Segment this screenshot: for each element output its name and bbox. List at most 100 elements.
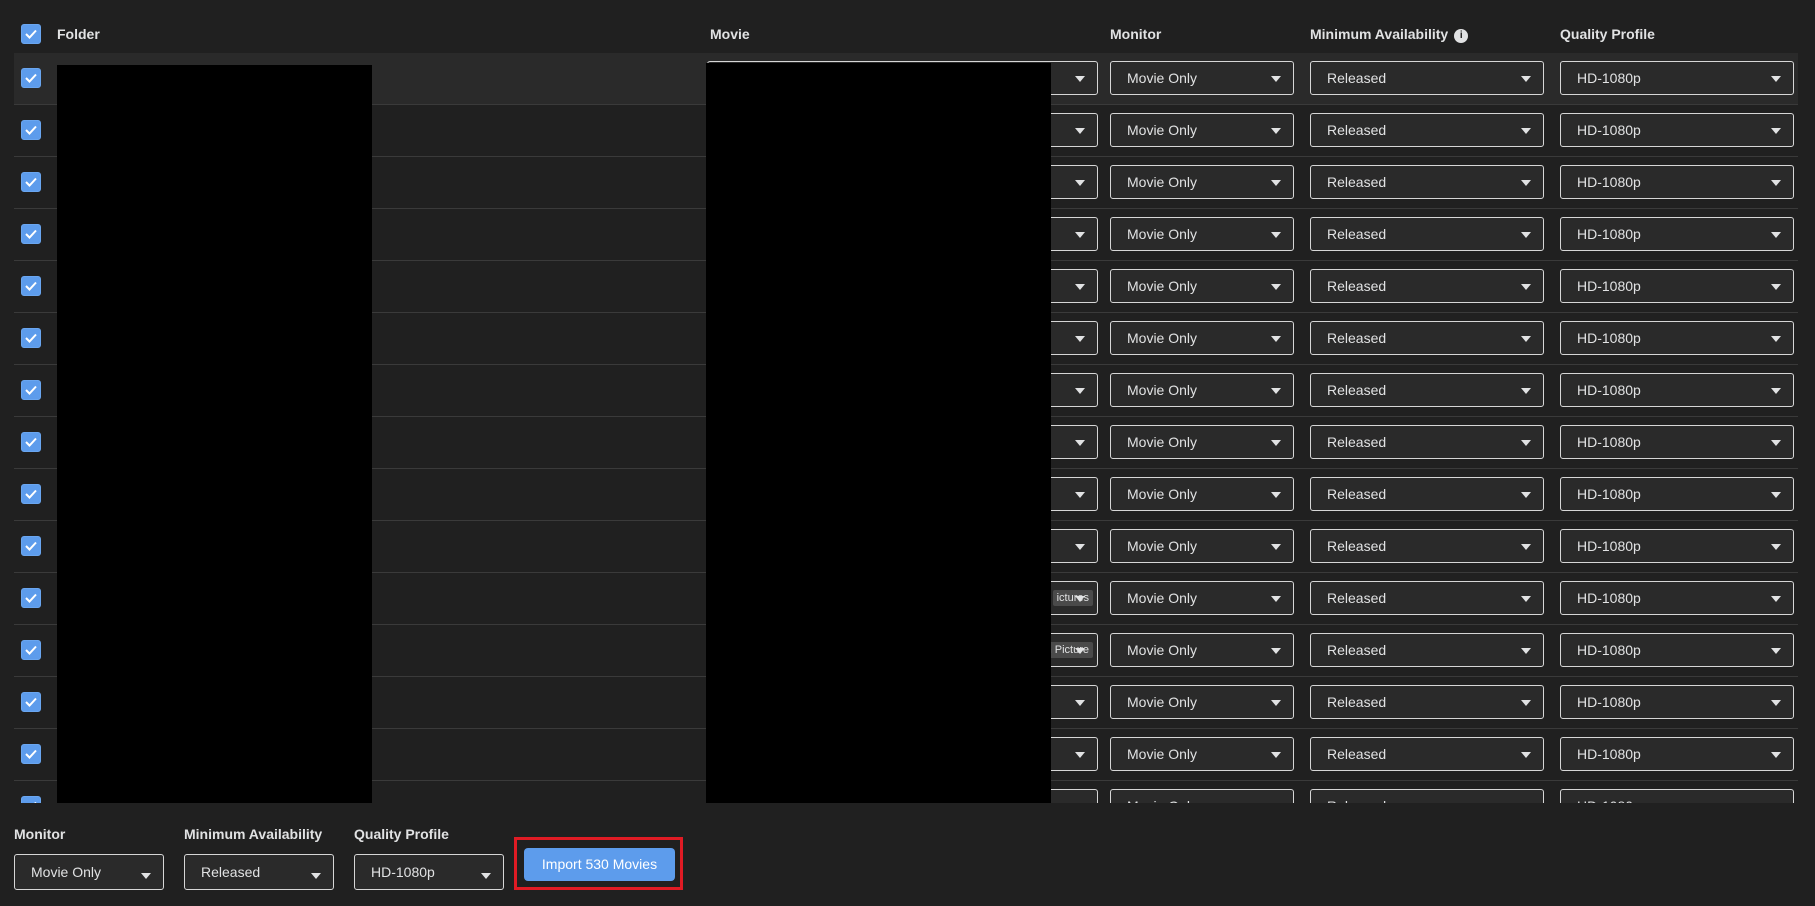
row-select-checkbox[interactable] — [21, 172, 41, 192]
caret-down-icon — [1771, 128, 1781, 134]
minimum-availability-select[interactable]: Released — [1310, 529, 1544, 563]
row-select-checkbox[interactable] — [21, 640, 41, 660]
minimum-availability-select[interactable]: Released — [1310, 633, 1544, 667]
quality-value: HD-1080p — [1577, 434, 1641, 450]
quality-profile-select[interactable]: HD-1080p — [1560, 269, 1794, 303]
quality-profile-select[interactable]: HD-1080p — [1560, 581, 1794, 615]
caret-down-icon — [1075, 336, 1085, 342]
quality-value: HD-1080p — [1577, 486, 1641, 502]
minimum-availability-select[interactable]: Released — [1310, 321, 1544, 355]
footer-availability-select[interactable]: Released — [184, 854, 334, 890]
monitor-select[interactable]: Movie Only — [1110, 685, 1294, 719]
monitor-select[interactable]: Movie Only — [1110, 633, 1294, 667]
row-select-checkbox[interactable] — [21, 328, 41, 348]
row-select-checkbox[interactable] — [21, 68, 41, 88]
monitor-value: Movie Only — [1127, 122, 1198, 138]
caret-down-icon — [1075, 128, 1085, 134]
monitor-select[interactable]: Movie Only — [1110, 113, 1294, 147]
caret-down-icon — [1271, 440, 1281, 446]
monitor-select[interactable]: Movie Only — [1110, 581, 1294, 615]
minimum-availability-select[interactable]: Released — [1310, 113, 1544, 147]
row-select-checkbox[interactable] — [21, 796, 41, 803]
caret-down-icon — [1075, 440, 1085, 446]
monitor-value: Movie Only — [1127, 174, 1198, 190]
quality-profile-select[interactable]: HD-1080p — [1560, 425, 1794, 459]
monitor-select[interactable]: Movie Only — [1110, 269, 1294, 303]
check-icon — [25, 437, 37, 447]
header-movie[interactable]: Movie — [710, 25, 750, 43]
quality-profile-select[interactable]: HD-1080p — [1560, 477, 1794, 511]
check-icon — [25, 229, 37, 239]
info-icon[interactable]: i — [1454, 29, 1469, 43]
availability-value: Released — [1327, 486, 1387, 502]
caret-down-icon — [1271, 128, 1281, 134]
check-icon — [25, 749, 37, 759]
row-select-checkbox[interactable] — [21, 692, 41, 712]
caret-down-icon — [1271, 700, 1281, 706]
minimum-availability-select[interactable]: Released — [1310, 217, 1544, 251]
row-select-checkbox[interactable] — [21, 432, 41, 452]
footer-monitor-select[interactable]: Movie Only — [14, 854, 164, 890]
minimum-availability-select[interactable]: Released — [1310, 685, 1544, 719]
minimum-availability-select[interactable]: Released — [1310, 581, 1544, 615]
minimum-availability-select[interactable]: Released — [1310, 373, 1544, 407]
minimum-availability-select[interactable]: Released — [1310, 165, 1544, 199]
import-movies-button[interactable]: Import 530 Movies — [524, 848, 675, 881]
quality-value: HD-1080p — [1577, 694, 1641, 710]
caret-down-icon — [1771, 180, 1781, 186]
caret-down-icon — [1771, 440, 1781, 446]
minimum-availability-select[interactable]: Released — [1310, 425, 1544, 459]
minimum-availability-select[interactable]: Released — [1310, 789, 1544, 803]
quality-profile-select[interactable]: HD-1080p — [1560, 217, 1794, 251]
quality-profile-select[interactable]: HD-1080p — [1560, 61, 1794, 95]
caret-down-icon — [1271, 336, 1281, 342]
monitor-select[interactable]: Movie Only — [1110, 61, 1294, 95]
monitor-select[interactable]: Movie Only — [1110, 789, 1294, 803]
row-select-checkbox[interactable] — [21, 224, 41, 244]
quality-profile-select[interactable]: HD-1080p — [1560, 685, 1794, 719]
footer-quality-select[interactable]: HD-1080p — [354, 854, 504, 890]
monitor-select[interactable]: Movie Only — [1110, 425, 1294, 459]
quality-profile-select[interactable]: HD-1080p — [1560, 633, 1794, 667]
monitor-select[interactable]: Movie Only — [1110, 477, 1294, 511]
row-select-checkbox[interactable] — [21, 276, 41, 296]
row-select-checkbox[interactable] — [21, 120, 41, 140]
caret-down-icon — [1075, 648, 1085, 654]
row-select-checkbox[interactable] — [21, 536, 41, 556]
monitor-select[interactable]: Movie Only — [1110, 321, 1294, 355]
quality-profile-select[interactable]: HD-1080p — [1560, 321, 1794, 355]
monitor-select[interactable]: Movie Only — [1110, 373, 1294, 407]
quality-profile-select[interactable]: HD-1080p — [1560, 529, 1794, 563]
studio-tag: ictures — [1052, 590, 1093, 606]
quality-profile-select[interactable]: HD-1080p — [1560, 165, 1794, 199]
monitor-select[interactable]: Movie Only — [1110, 529, 1294, 563]
quality-value: HD-1080p — [1577, 330, 1641, 346]
row-select-checkbox[interactable] — [21, 744, 41, 764]
monitor-select[interactable]: Movie Only — [1110, 217, 1294, 251]
check-icon — [25, 645, 37, 655]
quality-profile-select[interactable]: HD-1080p — [1560, 113, 1794, 147]
quality-profile-select[interactable]: HD-1080p — [1560, 789, 1794, 803]
monitor-select[interactable]: Movie Only — [1110, 737, 1294, 771]
minimum-availability-select[interactable]: Released — [1310, 269, 1544, 303]
row-select-checkbox[interactable] — [21, 484, 41, 504]
row-select-checkbox[interactable] — [21, 588, 41, 608]
caret-down-icon — [1075, 180, 1085, 186]
footer-monitor-label: Monitor — [14, 826, 66, 842]
caret-down-icon — [1075, 388, 1085, 394]
select-all-checkbox[interactable] — [21, 24, 41, 44]
quality-profile-select[interactable]: HD-1080p — [1560, 373, 1794, 407]
minimum-availability-select[interactable]: Released — [1310, 737, 1544, 771]
monitor-select[interactable]: Movie Only — [1110, 165, 1294, 199]
minimum-availability-select[interactable]: Released — [1310, 61, 1544, 95]
caret-down-icon — [1271, 752, 1281, 758]
footer-availability-label: Minimum Availability — [184, 826, 323, 842]
minimum-availability-select[interactable]: Released — [1310, 477, 1544, 511]
availability-value: Released — [1327, 70, 1387, 86]
caret-down-icon — [1771, 544, 1781, 550]
row-select-checkbox[interactable] — [21, 380, 41, 400]
header-folder[interactable]: Folder — [57, 25, 100, 43]
caret-down-icon — [1271, 492, 1281, 498]
redacted-folder-column — [57, 65, 372, 803]
quality-profile-select[interactable]: HD-1080p — [1560, 737, 1794, 771]
